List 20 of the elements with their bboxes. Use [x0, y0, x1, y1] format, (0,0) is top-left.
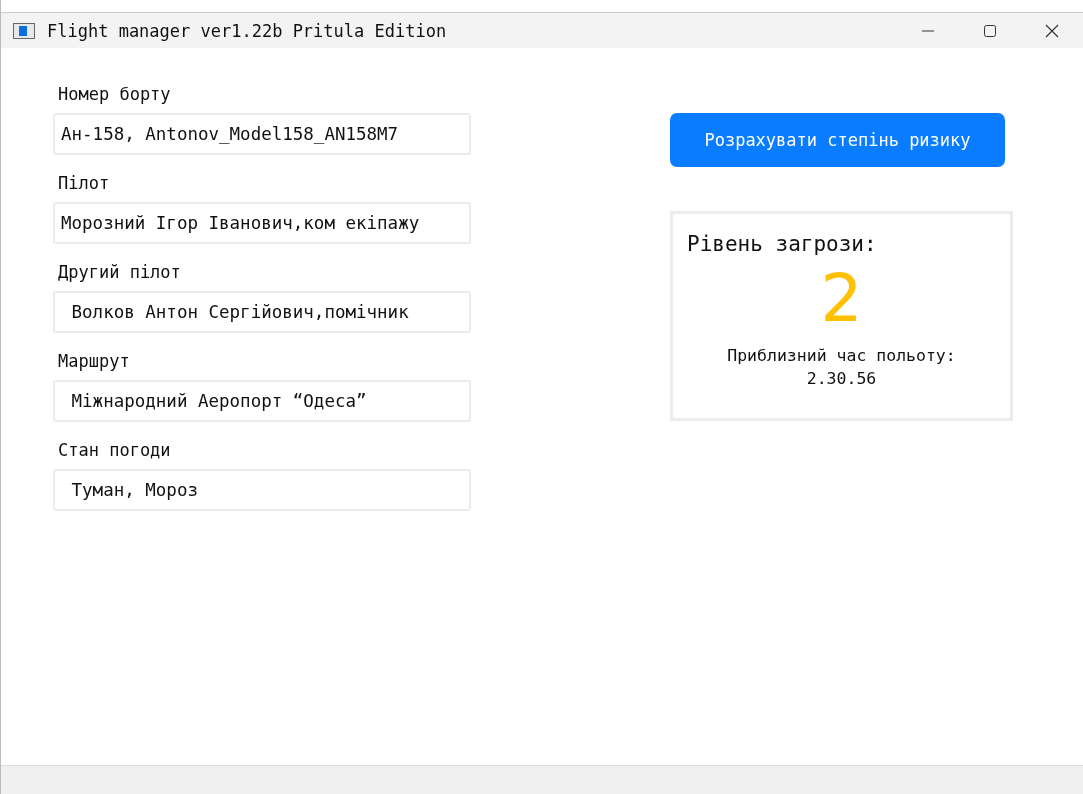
- input-field[interactable]: Волков Антон Сергійович,помічник: [53, 291, 471, 333]
- field-label: Маршрут: [57, 351, 131, 371]
- flight-time-label: Приблизний час польоту:: [727, 346, 956, 365]
- input-field[interactable]: Морозний Ігор Іванович,ком екіпажу: [53, 202, 471, 244]
- app-icon: [13, 22, 35, 39]
- flight-time-value: 2.30.56: [806, 369, 877, 388]
- field-label: Номер борту: [57, 84, 172, 104]
- input-field[interactable]: Ан-158, Antonov_Model158_AN158M7: [53, 113, 471, 155]
- window-title: Flight manager ver1.22b Pritula Edition: [47, 20, 448, 41]
- calculate-button[interactable]: Розрахувати степінь ризику: [670, 113, 1005, 167]
- field-label: Стан погоди: [57, 440, 172, 460]
- input-field[interactable]: Туман, Мороз: [53, 469, 471, 511]
- input-field[interactable]: Міжнародний Аеропорт “Одеса”: [53, 380, 471, 422]
- minimize-icon: [921, 29, 935, 32]
- field-label: Пілот: [57, 173, 111, 193]
- risk-level-value: 2: [820, 266, 863, 332]
- risk-title: Рівень загрози:: [687, 232, 878, 256]
- close-icon: [1045, 23, 1059, 38]
- maximize-icon: [983, 23, 997, 38]
- field-label: Другий пілот: [57, 262, 182, 282]
